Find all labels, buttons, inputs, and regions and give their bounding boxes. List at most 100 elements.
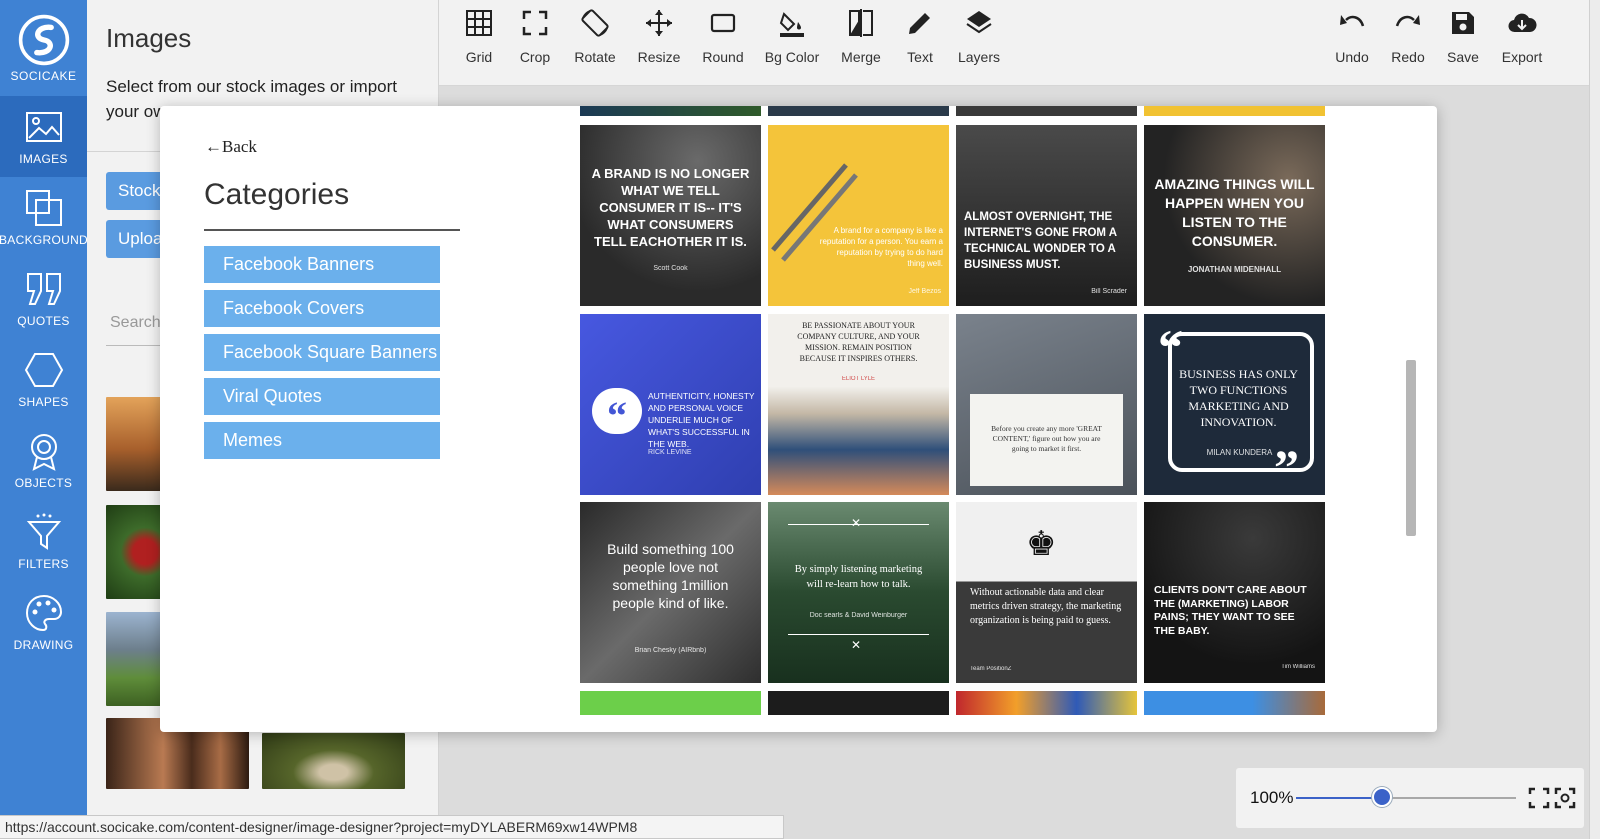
back-link[interactable]: ←Back <box>205 137 257 157</box>
crop-icon <box>522 10 548 36</box>
tool-label: Grid <box>465 49 493 65</box>
stock-thumbnail[interactable] <box>106 612 162 706</box>
category-memes[interactable]: Memes <box>204 422 440 459</box>
bg-color-tool[interactable]: Bg Color <box>752 8 832 65</box>
image-icon <box>25 112 62 142</box>
tool-label: Text <box>907 49 933 65</box>
quote-tile[interactable]: A BRAND IS NO LONGER WHAT WE TELL CONSUM… <box>580 125 761 306</box>
quote-tile[interactable]: ALMOST OVERNIGHT, THE INTERNET'S GONE FR… <box>956 125 1137 306</box>
redo-icon <box>1395 15 1420 27</box>
rail-label: BACKGROUND <box>0 233 89 247</box>
category-facebook-square-banners[interactable]: Facebook Square Banners <box>204 334 440 371</box>
badge-icon <box>30 434 57 471</box>
category-facebook-banners[interactable]: Facebook Banners <box>204 246 440 283</box>
tile-author: Doc searls & David Weinburger <box>809 612 908 619</box>
quote-tile[interactable]: ✕ ✕ By simply listening marketing will r… <box>768 502 949 683</box>
quote-mark-icon: “ <box>592 388 642 438</box>
modal-scrollbar-thumb[interactable] <box>1406 360 1416 536</box>
category-viral-quotes[interactable]: Viral Quotes <box>204 378 440 415</box>
tile-quote: Before you create any more 'GREAT CONTEN… <box>991 424 1102 453</box>
rail-label: IMAGES <box>19 152 68 166</box>
tile-quote: CLIENTS DON'T CARE ABOUT THE (MARKETING)… <box>1154 584 1307 637</box>
open-quote-icon: “ <box>1158 319 1183 375</box>
categories-modal: ←Back Categories Facebook Banners Facebo… <box>160 106 1437 732</box>
rail-label: QUOTES <box>17 314 70 328</box>
image-tile[interactable] <box>1144 691 1325 715</box>
paint-bucket-icon <box>779 12 804 37</box>
back-label: Back <box>222 137 257 156</box>
quote-tile[interactable]: AMAZING THINGS WILL HAPPEN WHEN YOU LIST… <box>1144 125 1325 306</box>
tile-author: Brian Chesky (AIRbnb) <box>634 647 707 654</box>
filter-icon <box>26 513 61 550</box>
image-tile[interactable] <box>956 691 1137 715</box>
layers-tool[interactable]: Layers <box>939 8 1019 65</box>
fit-screen-icon[interactable] <box>1528 787 1550 809</box>
zoom-percentage: 100% <box>1250 788 1294 807</box>
action-label: Export <box>1501 49 1543 65</box>
rail-item-background[interactable]: BACKGROUND <box>0 177 89 258</box>
tile-author: MILAN KUNDERA <box>1206 448 1273 457</box>
rail-item-filters[interactable]: FILTERS <box>0 501 87 582</box>
palette-icon <box>25 594 62 632</box>
quote-tile[interactable]: A brand for a company is like a reputati… <box>768 125 949 306</box>
action-label: Redo <box>1391 49 1425 65</box>
hexagon-icon <box>24 353 63 387</box>
page-scrollbar[interactable] <box>1589 0 1600 839</box>
tile-quote: AUTHENTICITY, HONESTY AND PERSONAL VOICE… <box>648 391 755 449</box>
layers-icon <box>966 11 992 34</box>
quote-tile[interactable]: CLIENTS DON'T CARE ABOUT THE (MARKETING)… <box>1144 502 1325 683</box>
tool-label: Layers <box>957 49 1001 65</box>
quote-tile[interactable]: Build something 100 people love not some… <box>580 502 761 683</box>
tile-quote: Without actionable data and clear metric… <box>970 587 1122 626</box>
quote-tile[interactable]: “ ” BUSINESS HAS ONLY TWO FUNCTIONS MARK… <box>1144 314 1325 495</box>
image-tile[interactable] <box>1144 106 1325 116</box>
focus-icon[interactable] <box>1554 787 1576 809</box>
rail-item-images[interactable]: IMAGES <box>0 96 87 177</box>
export-button[interactable]: Export <box>1482 8 1562 65</box>
categories-underline <box>204 229 460 231</box>
rail-label: DRAWING <box>13 638 74 652</box>
rail-item-shapes[interactable]: SHAPES <box>0 339 87 420</box>
tile-quote: By simply listening marketing will re-le… <box>794 564 923 590</box>
tile-rule <box>788 634 929 635</box>
stock-thumbnail[interactable] <box>262 733 405 789</box>
zoom-slider-fill <box>1296 797 1382 799</box>
category-facebook-covers[interactable]: Facebook Covers <box>204 290 440 327</box>
stock-thumbnail[interactable] <box>106 505 162 599</box>
rail-label: FILTERS <box>18 557 69 571</box>
socicake-logo-icon <box>18 14 69 66</box>
quotes-icon <box>26 273 61 305</box>
quote-tile[interactable]: BE PASSIONATE ABOUT YOUR COMPANY CULTURE… <box>768 314 949 495</box>
quote-tile[interactable]: Before you create any more 'GREAT CONTEN… <box>956 314 1137 495</box>
tile-quote: A BRAND IS NO LONGER WHAT WE TELL CONSUM… <box>591 166 750 249</box>
grid-icon <box>466 10 492 36</box>
zoom-slider-track[interactable] <box>1296 797 1516 799</box>
image-tile[interactable] <box>580 106 761 116</box>
rail-item-objects[interactable]: OBJECTS <box>0 420 87 501</box>
brand-name: SOCICAKE <box>10 69 77 83</box>
round-icon <box>710 13 736 33</box>
quote-tile[interactable]: “ AUTHENTICITY, HONESTY AND PERSONAL VOI… <box>580 314 761 495</box>
stock-thumbnail[interactable] <box>106 397 162 491</box>
quote-tile[interactable]: ♚ Without actionable data and clear metr… <box>956 502 1137 683</box>
zoom-slider-handle[interactable] <box>1371 787 1392 807</box>
image-tile[interactable] <box>768 106 949 116</box>
rail-item-quotes[interactable]: QUOTES <box>0 258 87 339</box>
tile-author: ELIOT LYLE <box>841 376 876 382</box>
tool-label: Crop <box>519 49 551 65</box>
image-tile[interactable] <box>956 106 1137 116</box>
tile-quote: ALMOST OVERNIGHT, THE INTERNET'S GONE FR… <box>964 211 1117 271</box>
categories-title: Categories <box>204 178 350 211</box>
pencils-icon <box>771 163 858 262</box>
round-tool[interactable]: Round <box>683 8 763 65</box>
tool-label: Rotate <box>574 49 616 65</box>
brand-logo[interactable]: SOCICAKE <box>0 0 87 96</box>
chess-king-icon: ♚ <box>1026 525 1057 563</box>
rail-item-drawing[interactable]: DRAWING <box>0 582 87 663</box>
tile-author: JONATHAN MIDENHALL <box>1187 265 1282 274</box>
tile-author: RICK LEVINE <box>648 449 692 456</box>
pencil-icon <box>909 13 930 34</box>
image-tile[interactable] <box>768 691 949 715</box>
resize-icon <box>646 10 672 36</box>
image-tile[interactable] <box>580 691 761 715</box>
